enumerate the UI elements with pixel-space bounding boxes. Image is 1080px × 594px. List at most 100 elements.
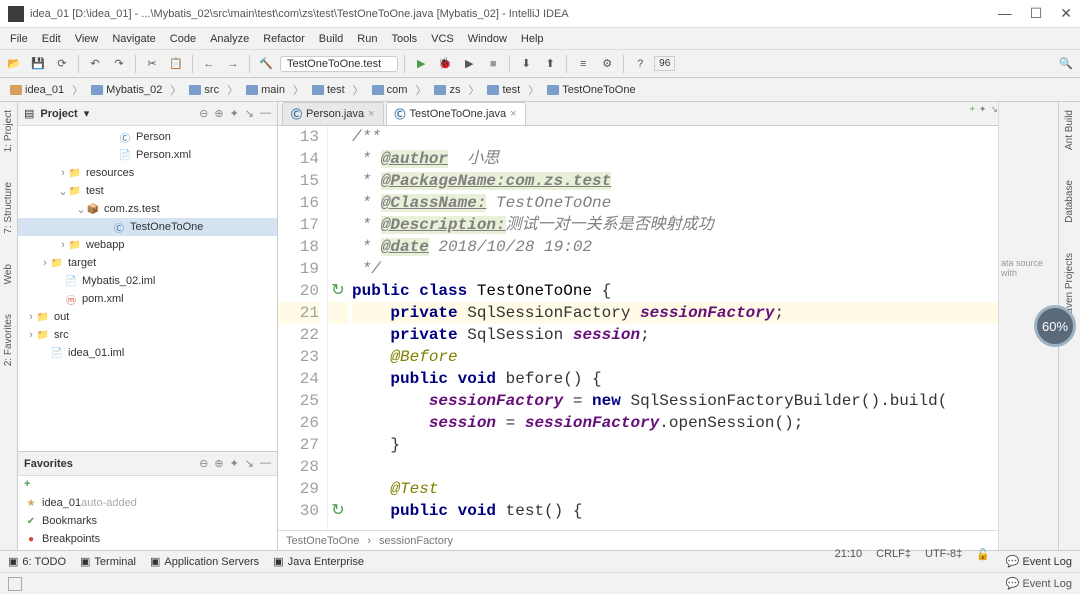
collapse-icon[interactable]: ⊖ xyxy=(199,457,208,470)
add-icon[interactable]: + xyxy=(970,104,975,115)
bottom-tab-Java Enterprise[interactable]: ▣Java Enterprise xyxy=(273,555,364,568)
progress-indicator[interactable]: 60% xyxy=(1034,305,1076,347)
rail-2: Favorites[interactable]: 2: Favorites xyxy=(3,314,14,366)
tree-item-src[interactable]: ›📁src xyxy=(18,326,277,344)
crumb-idea_01[interactable]: idea_01 xyxy=(6,83,68,97)
expand-icon[interactable]: ⊕ xyxy=(214,457,223,470)
gear-icon[interactable]: ✦ xyxy=(979,104,987,115)
menu-view[interactable]: View xyxy=(69,31,105,47)
settings-icon[interactable]: ⚙ xyxy=(597,54,617,74)
menu-analyze[interactable]: Analyze xyxy=(204,31,255,47)
menu-run[interactable]: Run xyxy=(351,31,383,47)
add-favorite-icon[interactable]: + xyxy=(24,478,30,490)
lock-icon[interactable]: 🔓 xyxy=(976,548,990,561)
rail-Web[interactable]: Web xyxy=(3,264,14,284)
menu-code[interactable]: Code xyxy=(164,31,202,47)
stop-icon[interactable]: ■ xyxy=(483,54,503,74)
tree-item-Mybatis_02.iml[interactable]: 📄Mybatis_02.iml xyxy=(18,272,277,290)
crumb-test[interactable]: test xyxy=(483,83,524,97)
favorites-tree[interactable]: ★idea_01 auto-added✔Bookmarks●Breakpoint… xyxy=(18,492,277,550)
fav-Breakpoints[interactable]: ●Breakpoints xyxy=(18,530,277,548)
bottom-tab-Terminal[interactable]: ▣Terminal xyxy=(80,555,136,568)
tree-item-Person[interactable]: ⒸPerson xyxy=(18,128,277,146)
rail-Database[interactable]: Database xyxy=(1064,180,1075,223)
fav-idea_01[interactable]: ★idea_01 auto-added xyxy=(18,494,277,512)
event-log-tab[interactable]: 💬 Event Log xyxy=(1006,555,1072,568)
tab-TestOneToOne.java[interactable]: ⒸTestOneToOne.java× xyxy=(386,102,526,125)
menu-tools[interactable]: Tools xyxy=(385,31,423,47)
rail-7: Structure[interactable]: 7: Structure xyxy=(3,182,14,234)
tree-item-idea_01.iml[interactable]: 📄idea_01.iml xyxy=(18,344,277,362)
crumb-main[interactable]: main xyxy=(242,83,289,97)
tree-item-resources[interactable]: ›📁resources xyxy=(18,164,277,182)
crumb-src[interactable]: src xyxy=(185,83,223,97)
run-gutter-icon[interactable]: ↻ xyxy=(328,500,348,522)
close-tab-icon[interactable]: × xyxy=(510,108,516,120)
hide-icon[interactable]: ↘ xyxy=(245,107,254,120)
menu-refactor[interactable]: Refactor xyxy=(257,31,311,47)
close-tab-icon[interactable]: × xyxy=(368,108,374,120)
tree-item-webapp[interactable]: ›📁webapp xyxy=(18,236,277,254)
open-file-icon[interactable]: 📂 xyxy=(4,54,24,74)
run-icon[interactable]: ▶ xyxy=(411,54,431,74)
crumb-zs[interactable]: zs xyxy=(430,83,464,97)
status-box-icon[interactable] xyxy=(8,577,22,591)
minimize-button[interactable]: — xyxy=(998,5,1012,22)
crumb-test[interactable]: test xyxy=(308,83,349,97)
tree-item-TestOneToOne[interactable]: ⒸTestOneToOne xyxy=(18,218,277,236)
minimize-panel-icon[interactable]: — xyxy=(260,457,271,470)
build-icon[interactable]: 🔨 xyxy=(256,54,276,74)
run-gutter-icon[interactable]: ↻ xyxy=(328,280,348,302)
search-icon[interactable]: 🔍 xyxy=(1056,54,1076,74)
redo-icon[interactable]: ↷ xyxy=(109,54,129,74)
menu-build[interactable]: Build xyxy=(313,31,349,47)
fav-Bookmarks[interactable]: ✔Bookmarks xyxy=(18,512,277,530)
forward-icon[interactable]: → xyxy=(223,54,243,74)
undo-icon[interactable]: ↶ xyxy=(85,54,105,74)
tree-item-target[interactable]: ›📁target xyxy=(18,254,277,272)
maximize-button[interactable]: ☐ xyxy=(1030,5,1043,22)
hide-icon[interactable]: ↘ xyxy=(990,104,998,115)
line-separator[interactable]: CRLF‡ xyxy=(876,548,911,560)
project-tree[interactable]: ⒸPerson📄Person.xml›📁resources⌄📁test⌄📦com… xyxy=(18,126,277,451)
rail-Ant Build[interactable]: Ant Build xyxy=(1064,110,1075,150)
back-icon[interactable]: ← xyxy=(199,54,219,74)
tree-item-pom.xml[interactable]: ⓜpom.xml xyxy=(18,290,277,308)
collapse-icon[interactable]: ⊖ xyxy=(199,107,208,120)
tree-item-out[interactable]: ›📁out xyxy=(18,308,277,326)
vcs-update-icon[interactable]: ⬇ xyxy=(516,54,536,74)
menu-help[interactable]: Help xyxy=(515,31,550,47)
copy-icon[interactable]: 📋 xyxy=(166,54,186,74)
tree-item-test[interactable]: ⌄📁test xyxy=(18,182,277,200)
menu-file[interactable]: File xyxy=(4,31,34,47)
event-log-button[interactable]: 💬 Event Log xyxy=(1006,577,1072,590)
rail-1: Project[interactable]: 1: Project xyxy=(3,110,14,152)
crumb-Mybatis_02[interactable]: Mybatis_02 xyxy=(87,83,166,97)
target-icon[interactable]: ⊕ xyxy=(214,107,223,120)
menu-navigate[interactable]: Navigate xyxy=(106,31,161,47)
refresh-icon[interactable]: ⟳ xyxy=(52,54,72,74)
dropdown-icon[interactable]: ▾ xyxy=(84,107,90,120)
tree-item-com.zs.test[interactable]: ⌄📦com.zs.test xyxy=(18,200,277,218)
structure-icon[interactable]: ≡ xyxy=(573,54,593,74)
cut-icon[interactable]: ✂ xyxy=(142,54,162,74)
save-icon[interactable]: 💾 xyxy=(28,54,48,74)
crumb-com[interactable]: com xyxy=(368,83,412,97)
minimize-panel-icon[interactable]: — xyxy=(260,107,271,120)
bottom-tab-Application Servers[interactable]: ▣Application Servers xyxy=(150,555,259,568)
bottom-tab-6: TODO[interactable]: ▣6: TODO xyxy=(8,555,66,568)
tree-item-Person.xml[interactable]: 📄Person.xml xyxy=(18,146,277,164)
menu-window[interactable]: Window xyxy=(462,31,513,47)
gear-icon[interactable]: ✦ xyxy=(230,107,239,120)
tab-Person.java[interactable]: ⒸPerson.java× xyxy=(282,102,384,125)
close-button[interactable]: ✕ xyxy=(1060,5,1072,22)
gear-icon[interactable]: ✦ xyxy=(230,457,239,470)
coverage-icon[interactable]: ▶ xyxy=(459,54,479,74)
crumb-TestOneToOne[interactable]: TestOneToOne xyxy=(543,83,639,97)
vcs-commit-icon[interactable]: ⬆ xyxy=(540,54,560,74)
line-gutter[interactable]: 131415161718192021222324252627282930 xyxy=(278,126,328,530)
menu-vcs[interactable]: VCS xyxy=(425,31,460,47)
code-editor[interactable]: /** * @author 小思 * @PackageName:com.zs.t… xyxy=(348,126,998,530)
file-encoding[interactable]: UTF-8‡ xyxy=(925,548,962,560)
code-breadcrumb[interactable]: TestOneToOne›sessionFactory xyxy=(278,530,998,550)
